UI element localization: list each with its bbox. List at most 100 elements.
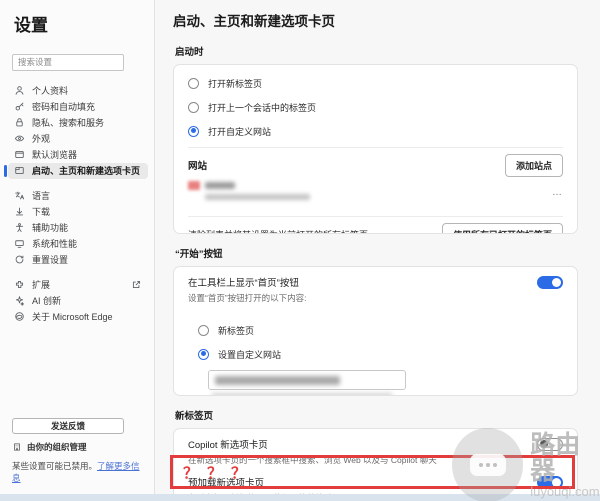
use-open-tabs-button[interactable]: 使用所有已打开的标签页	[442, 223, 563, 234]
radio-home-new-tab[interactable]: 新标签页	[198, 318, 563, 342]
sidebar-item-system-performance[interactable]: 系统和性能	[8, 236, 148, 252]
annotation-question-marks: ？？？	[173, 462, 255, 483]
radio-icon[interactable]	[198, 325, 209, 336]
show-home-button-label: 在工具栏上显示“首页”按钮	[188, 275, 299, 289]
site-list-item[interactable]: …	[188, 178, 563, 212]
reset-icon	[14, 254, 25, 265]
sidebar-item-label: 启动、主页和新建选项卡页	[32, 164, 140, 177]
sidebar-item-label: 密码和自动填充	[32, 100, 95, 113]
sidebar-item-accessibility[interactable]: 辅助功能	[8, 220, 148, 236]
red-annotation-box: ？？？	[170, 455, 575, 489]
sidebar-footer: 发送反馈 由你的组织管理 某些设置可能已禁用。了解更多信息	[0, 418, 155, 484]
sidebar-item-label: 辅助功能	[32, 221, 68, 234]
privacy-lock-icon	[14, 117, 25, 128]
radio-icon-selected[interactable]	[188, 126, 199, 137]
section-newtab-label: 新标签页	[175, 408, 600, 422]
search-input[interactable]	[12, 54, 124, 71]
sidebar-item-ai-innovation[interactable]: AI 创新	[8, 293, 148, 309]
disabled-note-text: 某些设置可能已禁用。	[12, 461, 97, 471]
accessibility-icon	[14, 222, 25, 233]
external-link-icon	[131, 279, 142, 290]
sidebar-item-extensions[interactable]: 扩展	[8, 277, 148, 293]
settings-sidebar: 设置 个人资料 密码和自动填充 隐私、搜索和服务 外观	[0, 0, 155, 494]
sidebar-item-label: 个人资料	[32, 84, 68, 97]
sidebar-item-downloads[interactable]: 下载	[8, 204, 148, 220]
startup-card: 打开新标签页 打开上一个会话中的标签页 打开自定义网站 网站 添加站点	[173, 64, 578, 234]
sidebar-item-label: 关于 Microsoft Edge	[32, 310, 113, 323]
radio-open-previous-session[interactable]: 打开上一个会话中的标签页	[188, 95, 563, 119]
managed-label: 由你的组织管理	[27, 441, 87, 453]
sidebar-item-label: 扩展	[32, 278, 50, 291]
divider	[188, 147, 563, 148]
radio-label: 新标签页	[218, 324, 254, 337]
sidebar-item-default-browser[interactable]: 默认浏览器	[8, 147, 148, 163]
site-url-redacted	[205, 194, 310, 200]
settings-content: 启动、主页和新建选项卡页 启动时 打开新标签页 打开上一个会话中的标签页 打开自…	[156, 0, 600, 494]
custom-url-input[interactable]	[208, 370, 406, 390]
managed-by-org: 由你的组织管理	[12, 441, 145, 453]
redaction-smudge	[212, 393, 392, 396]
site-favicon-redacted	[188, 181, 200, 190]
ai-sparkle-icon	[14, 295, 25, 306]
sidebar-item-languages[interactable]: 语言	[8, 188, 148, 204]
language-icon	[14, 190, 25, 201]
radio-label: 打开上一个会话中的标签页	[208, 101, 316, 114]
radio-open-custom-pages[interactable]: 打开自定义网站	[188, 119, 563, 143]
radio-open-new-tab[interactable]: 打开新标签页	[188, 71, 563, 95]
sites-label: 网站	[188, 158, 207, 172]
site-name-redacted	[205, 182, 235, 189]
site-more-options-button[interactable]: …	[552, 181, 563, 198]
divider	[188, 216, 563, 217]
copilot-newtab-toggle[interactable]	[537, 438, 563, 451]
sidebar-item-label: 下载	[32, 205, 50, 218]
selected-accent-bar	[4, 165, 7, 177]
disabled-note: 某些设置可能已禁用。了解更多信息	[12, 460, 145, 484]
home-button-subtext: 设置“首页”按钮打开的以下内容:	[188, 292, 563, 304]
home-button-card: 在工具栏上显示“首页”按钮 设置“首页”按钮打开的以下内容: 新标签页 设置自定…	[173, 266, 578, 396]
copilot-newtab-label: Copilot 新选项卡页	[188, 437, 268, 451]
radio-icon-selected[interactable]	[198, 349, 209, 360]
sidebar-item-label: 重置设置	[32, 253, 68, 266]
sidebar-item-label: AI 创新	[32, 294, 61, 307]
show-home-button-toggle[interactable]	[537, 276, 563, 289]
edge-logo-icon	[14, 311, 25, 322]
radio-label: 打开新标签页	[208, 77, 262, 90]
radio-home-custom-url[interactable]: 设置自定义网站	[198, 342, 563, 366]
bottom-strip	[0, 494, 600, 501]
sidebar-item-label: 语言	[32, 189, 50, 202]
page-title: 设置	[0, 0, 154, 36]
sidebar-item-label: 默认浏览器	[32, 148, 77, 161]
add-site-button[interactable]: 添加站点	[505, 154, 563, 177]
sidebar-item-reset-settings[interactable]: 重置设置	[8, 252, 148, 268]
organization-icon	[12, 442, 22, 452]
sidebar-nav: 个人资料 密码和自动填充 隐私、搜索和服务 外观 默认浏览器 启动、主页	[0, 81, 154, 325]
section-startup-label: 启动时	[175, 44, 600, 58]
radio-label: 打开自定义网站	[208, 125, 271, 138]
sidebar-item-label: 外观	[32, 132, 50, 145]
radio-icon[interactable]	[188, 102, 199, 113]
system-icon	[14, 238, 25, 249]
appearance-eye-icon	[14, 133, 25, 144]
sidebar-item-startup-home-newtab[interactable]: 启动、主页和新建选项卡页	[8, 163, 148, 179]
custom-url-redacted	[215, 376, 340, 385]
download-icon	[14, 206, 25, 217]
sidebar-item-profile[interactable]: 个人资料	[8, 83, 148, 99]
key-icon	[14, 101, 25, 112]
content-title: 启动、主页和新建选项卡页	[173, 10, 600, 30]
extensions-icon	[14, 279, 25, 290]
sidebar-item-appearance[interactable]: 外观	[8, 131, 148, 147]
sidebar-item-about-edge[interactable]: 关于 Microsoft Edge	[8, 309, 148, 325]
send-feedback-button[interactable]: 发送反馈	[12, 418, 124, 434]
sidebar-item-label: 系统和性能	[32, 237, 77, 250]
edge-settings-window: 设置 个人资料 密码和自动填充 隐私、搜索和服务 外观	[0, 0, 600, 501]
startup-tab-icon	[14, 165, 25, 176]
person-icon	[14, 85, 25, 96]
radio-label: 设置自定义网站	[218, 348, 281, 361]
section-home-button-label: “开始”按钮	[175, 246, 600, 260]
clear-list-text: 清除列表并将其设置为当前打开的所有标签页	[188, 228, 368, 234]
sidebar-item-passwords[interactable]: 密码和自动填充	[8, 99, 148, 115]
sidebar-item-privacy[interactable]: 隐私、搜索和服务	[8, 115, 148, 131]
radio-icon[interactable]	[188, 78, 199, 89]
sidebar-item-label: 隐私、搜索和服务	[32, 116, 104, 129]
browser-icon	[14, 149, 25, 160]
